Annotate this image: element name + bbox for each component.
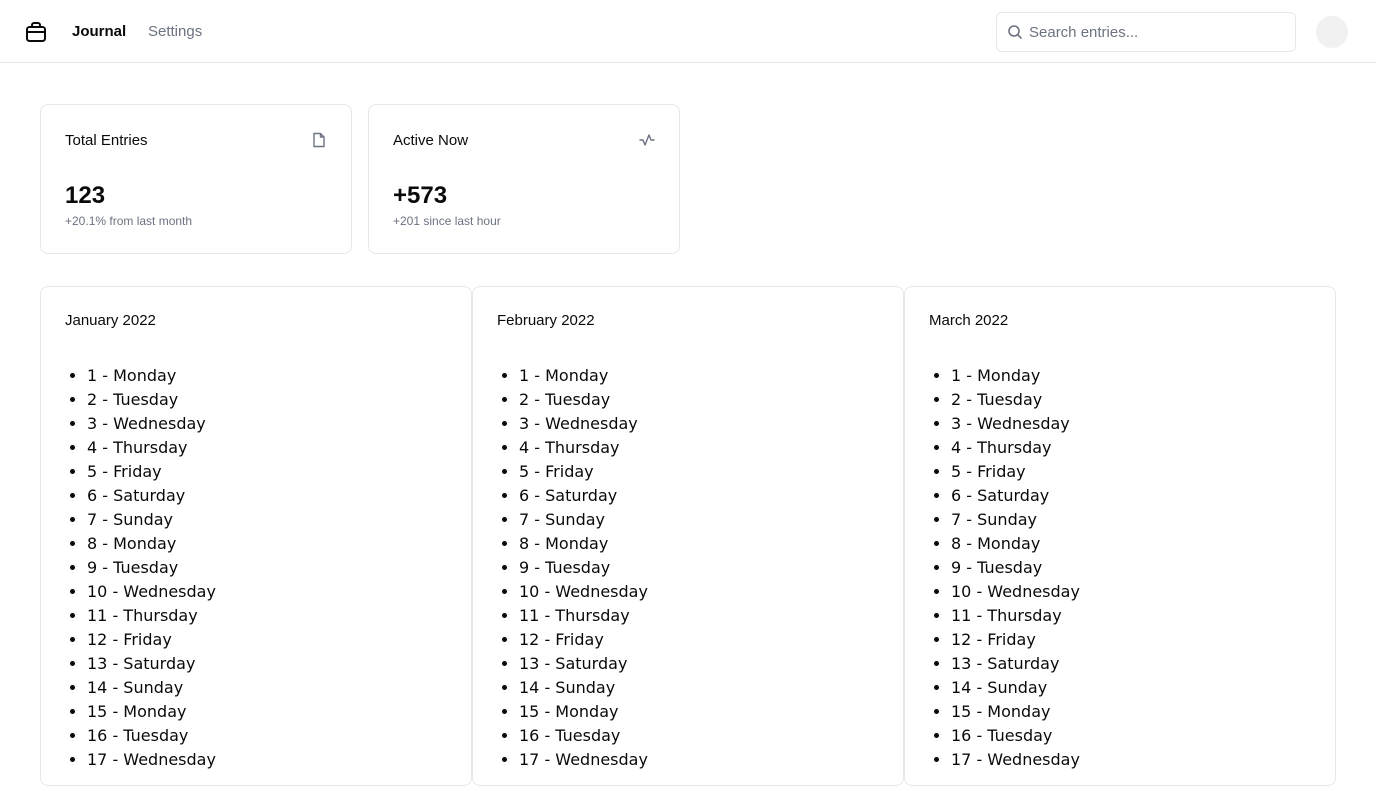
day-list-item: 1 - Monday <box>519 364 648 388</box>
day-list-item: 15 - Monday <box>87 700 216 724</box>
day-list-item: 8 - Monday <box>519 532 648 556</box>
day-list-item: 3 - Wednesday <box>87 412 216 436</box>
day-list-item: 2 - Tuesday <box>87 388 216 412</box>
day-list-item: 5 - Friday <box>519 460 648 484</box>
day-list-item: 17 - Wednesday <box>519 748 648 772</box>
nav-link-settings[interactable]: Settings <box>148 22 202 42</box>
stat-card-title: Total Entries <box>65 132 148 149</box>
day-list-item: 16 - Tuesday <box>951 724 1080 748</box>
stat-card-total-entries: Total Entries 123 +20.1% from last month <box>40 104 352 254</box>
day-list-item: 7 - Sunday <box>519 508 648 532</box>
document-icon <box>311 132 327 148</box>
stat-card-active-now: Active Now +573 +201 since last hour <box>368 104 680 254</box>
day-list-item: 12 - Friday <box>951 628 1080 652</box>
day-list-item: 4 - Thursday <box>951 436 1080 460</box>
day-list-item: 8 - Monday <box>87 532 216 556</box>
day-list-item: 1 - Monday <box>87 364 216 388</box>
month-title: March 2022 <box>929 312 1009 329</box>
day-list-item: 2 - Tuesday <box>951 388 1080 412</box>
day-list-item: 10 - Wednesday <box>87 580 216 604</box>
top-navigation-bar: Journal Settings <box>0 0 1376 63</box>
stat-card-title: Active Now <box>393 132 469 149</box>
day-list-item: 11 - Thursday <box>87 604 216 628</box>
day-list-item: 8 - Monday <box>951 532 1080 556</box>
month-title: January 2022 <box>65 312 156 329</box>
day-list-item: 16 - Tuesday <box>87 724 216 748</box>
search-icon <box>1007 24 1023 40</box>
day-list-item: 14 - Sunday <box>87 676 216 700</box>
day-list-item: 13 - Saturday <box>87 652 216 676</box>
day-list-item: 7 - Sunday <box>951 508 1080 532</box>
day-list-item: 13 - Saturday <box>951 652 1080 676</box>
briefcase-icon[interactable] <box>25 21 47 43</box>
stat-card-subtitle: +20.1% from last month <box>65 214 193 228</box>
day-list-item: 16 - Tuesday <box>519 724 648 748</box>
day-list: 1 - Monday 2 - Tuesday 3 - Wednesday 4 -… <box>473 364 648 772</box>
day-list-item: 6 - Saturday <box>519 484 648 508</box>
day-list: 1 - Monday 2 - Tuesday 3 - Wednesday 4 -… <box>41 364 216 772</box>
day-list-item: 6 - Saturday <box>951 484 1080 508</box>
day-list-item: 17 - Wednesday <box>87 748 216 772</box>
day-list-item: 9 - Tuesday <box>87 556 216 580</box>
day-list-item: 12 - Friday <box>519 628 648 652</box>
day-list-item: 7 - Sunday <box>87 508 216 532</box>
nav-link-journal[interactable]: Journal <box>72 22 126 42</box>
search-box[interactable] <box>996 12 1296 52</box>
day-list-item: 13 - Saturday <box>519 652 648 676</box>
month-card-february: February 2022 1 - Monday 2 - Tuesday 3 -… <box>472 286 904 786</box>
stat-card-subtitle: +201 since last hour <box>393 214 501 228</box>
day-list-item: 4 - Thursday <box>87 436 216 460</box>
day-list-item: 12 - Friday <box>87 628 216 652</box>
avatar[interactable] <box>1316 16 1348 48</box>
day-list-item: 6 - Saturday <box>87 484 216 508</box>
month-card-march: March 2022 1 - Monday 2 - Tuesday 3 - We… <box>904 286 1336 786</box>
day-list-item: 10 - Wednesday <box>951 580 1080 604</box>
day-list: 1 - Monday 2 - Tuesday 3 - Wednesday 4 -… <box>905 364 1080 772</box>
month-card-january: January 2022 1 - Monday 2 - Tuesday 3 - … <box>40 286 472 786</box>
day-list-item: 15 - Monday <box>951 700 1080 724</box>
day-list-item: 14 - Sunday <box>951 676 1080 700</box>
day-list-item: 2 - Tuesday <box>519 388 648 412</box>
activity-icon <box>639 132 655 148</box>
day-list-item: 1 - Monday <box>951 364 1080 388</box>
day-list-item: 11 - Thursday <box>951 604 1080 628</box>
month-title: February 2022 <box>497 312 595 329</box>
stat-card-value: 123 <box>65 182 106 209</box>
day-list-item: 4 - Thursday <box>519 436 648 460</box>
day-list-item: 3 - Wednesday <box>951 412 1080 436</box>
stat-card-value: +573 <box>393 182 448 209</box>
day-list-item: 14 - Sunday <box>519 676 648 700</box>
day-list-item: 9 - Tuesday <box>951 556 1080 580</box>
day-list-item: 5 - Friday <box>951 460 1080 484</box>
day-list-item: 5 - Friday <box>87 460 216 484</box>
day-list-item: 17 - Wednesday <box>951 748 1080 772</box>
day-list-item: 11 - Thursday <box>519 604 648 628</box>
day-list-item: 10 - Wednesday <box>519 580 648 604</box>
day-list-item: 9 - Tuesday <box>519 556 648 580</box>
day-list-item: 15 - Monday <box>519 700 648 724</box>
day-list-item: 3 - Wednesday <box>519 412 648 436</box>
search-input[interactable] <box>1029 13 1284 51</box>
